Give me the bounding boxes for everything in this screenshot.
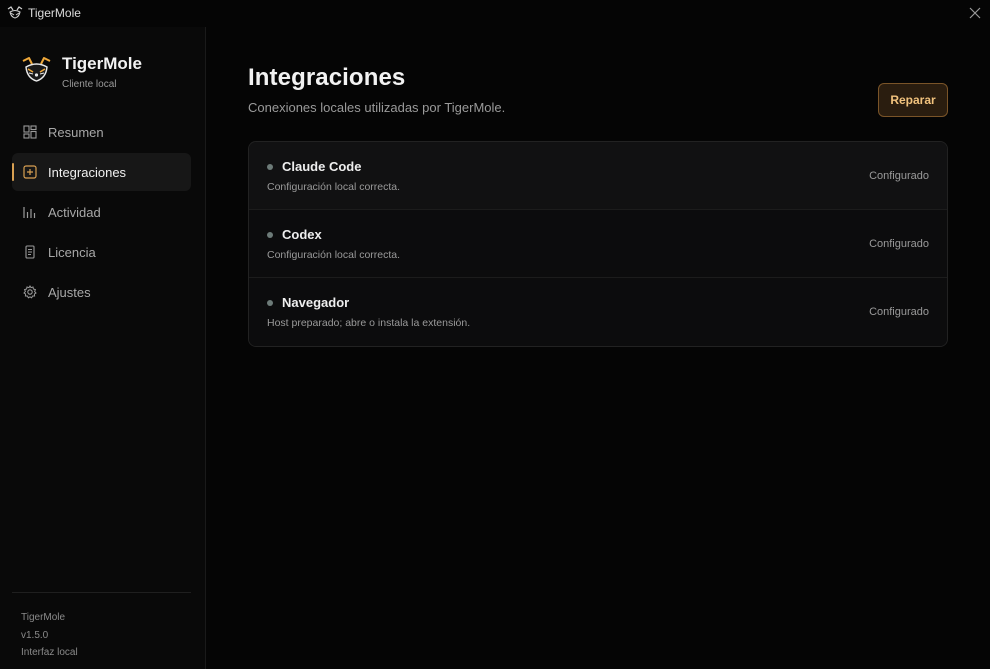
sidebar-footer: TigerMole v1.5.0 Interfaz local [21,609,78,662]
integration-description: Host preparado; abre o instala la extens… [267,317,471,329]
sidebar-item-label: Integraciones [48,165,127,180]
close-icon[interactable] [967,5,983,21]
integration-name: Navegador [282,295,350,310]
tigermole-brand-logo [22,57,51,82]
dashboard-icon [23,125,37,139]
integration-status: Configurado [869,238,929,250]
tigermole-logo-icon [7,6,23,19]
brand-subtitle: Cliente local [62,79,117,90]
main-content: Integraciones Conexiones locales utiliza… [207,27,990,669]
sidebar: TigerMole Cliente local Resumen Integrac… [0,27,206,669]
integration-row-claude-code[interactable]: Claude Code Configuración local correcta… [249,142,947,210]
active-indicator [12,163,14,181]
sidebar-item-actividad[interactable]: Actividad [12,193,191,231]
page-subtitle: Conexiones locales utilizadas por TigerM… [248,100,506,115]
sidebar-item-label: Resumen [48,125,104,140]
integration-description: Configuración local correcta. [267,181,401,193]
sidebar-item-label: Actividad [48,205,101,220]
sidebar-item-label: Ajustes [48,285,91,300]
integration-row-navegador[interactable]: Navegador Host preparado; abre o instala… [249,278,947,346]
sidebar-item-licencia[interactable]: Licencia [12,233,191,271]
title-bar: TigerMole [0,0,990,27]
window-title: TigerMole [28,6,81,20]
sidebar-divider [12,592,191,593]
integration-status: Configurado [869,170,929,182]
sidebar-item-resumen[interactable]: Resumen [12,113,191,151]
sidebar-item-ajustes[interactable]: Ajustes [12,273,191,311]
brand-name: TigerMole [62,54,142,73]
status-dot [267,164,273,170]
footer-version: v1.5.0 [21,629,49,641]
gear-icon [23,285,37,299]
sidebar-nav: Resumen Integraciones Actividad Licencia [12,113,191,313]
integration-status: Configurado [869,306,929,318]
integrations-list: Claude Code Configuración local correcta… [248,141,948,347]
footer-mode: Interfaz local [21,647,78,658]
plus-square-icon [23,165,37,179]
integration-row-codex[interactable]: Codex Configuración local correcta. Conf… [249,210,947,278]
sidebar-item-label: Licencia [48,245,96,260]
page-title: Integraciones [248,64,406,91]
status-dot [267,232,273,238]
bar-chart-icon [23,207,36,218]
integration-name: Claude Code [282,159,362,174]
footer-app-name: TigerMole [21,612,66,623]
sidebar-item-integraciones[interactable]: Integraciones [12,153,191,191]
document-icon [25,245,35,259]
status-dot [267,300,273,306]
integration-description: Configuración local correcta. [267,249,401,261]
integration-name: Codex [282,227,322,242]
repair-button[interactable]: Reparar [878,83,948,117]
